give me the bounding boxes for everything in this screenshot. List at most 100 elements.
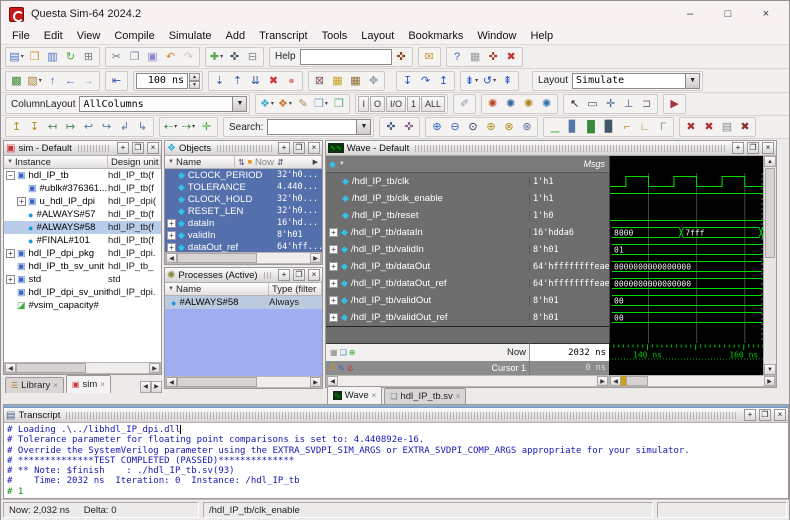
tab-library[interactable]: ☰Library× bbox=[5, 377, 64, 393]
dropdown-arrow-icon[interactable]: ▾ bbox=[271, 96, 274, 112]
wave-signal-row[interactable]: +◆/hdl_IP_tb/dataIn16'hdda6 bbox=[326, 224, 609, 241]
send-report-icon[interactable]: ✉ bbox=[421, 49, 438, 65]
timeline-comment-icon[interactable]: ❑ bbox=[340, 348, 347, 357]
panel-grip[interactable] bbox=[415, 145, 726, 152]
profile-icon[interactable]: ⊠ bbox=[311, 73, 328, 89]
expand-icon[interactable]: + bbox=[329, 262, 338, 271]
compile-icon[interactable]: ▩ bbox=[8, 73, 25, 89]
msgs-column-header[interactable]: Msgs bbox=[583, 159, 605, 169]
wave-compare-full-icon[interactable]: ▊ bbox=[564, 119, 581, 135]
tree-row-vsimcapacity[interactable]: ◪#vsim_capacity# bbox=[4, 299, 161, 312]
timeline-props-icon[interactable]: ▦ bbox=[330, 348, 338, 357]
scroll-right-icon[interactable]: ▶ bbox=[149, 363, 160, 373]
wave-signal-row[interactable]: +◆/hdl_IP_tb/dataOut64'hffffffffeae3234b bbox=[326, 258, 609, 275]
prev-transition-icon[interactable]: ↤ bbox=[44, 119, 61, 135]
column-header-name[interactable]: ▼Name bbox=[165, 283, 269, 295]
port-filter-button-i[interactable]: I bbox=[358, 96, 369, 112]
chevron-down-icon[interactable]: ▼ bbox=[339, 161, 345, 167]
panel-undock-button[interactable]: ❐ bbox=[747, 142, 759, 154]
wave-dark-icon[interactable]: ▉ bbox=[600, 119, 617, 135]
port-filter-button-1[interactable]: 1 bbox=[407, 96, 420, 112]
wave-select-icon[interactable]: ◆ bbox=[329, 159, 336, 170]
run-continue-icon[interactable]: ⇡ bbox=[229, 73, 246, 89]
step-out-icon[interactable]: ↥ bbox=[435, 73, 452, 89]
scroll-down-icon[interactable]: ▼ bbox=[764, 364, 776, 375]
wave-signal-row[interactable]: ◆/hdl_IP_tb/clk1'h1 bbox=[326, 173, 609, 190]
tab-sim[interactable]: ▣sim× bbox=[66, 375, 111, 393]
panel-grip[interactable] bbox=[78, 145, 111, 152]
find-in-files-icon[interactable]: ✜ bbox=[485, 49, 502, 65]
scroll-thumb[interactable] bbox=[16, 363, 86, 373]
add-dataflow-icon[interactable]: ❒▾ bbox=[312, 96, 329, 112]
copy-icon[interactable]: ❐ bbox=[126, 49, 143, 65]
filter-icon[interactable]: ▼ bbox=[7, 159, 13, 165]
objects-hscrollbar[interactable]: ◀ ▶ bbox=[165, 252, 322, 264]
dropdown-arrow-icon[interactable]: ▾ bbox=[493, 73, 496, 89]
add-selected-icon[interactable]: ✚▾ bbox=[208, 49, 225, 65]
reload-icon[interactable]: ↻ bbox=[62, 49, 79, 65]
panel-undock-button[interactable]: ❐ bbox=[293, 142, 305, 154]
step-over-icon[interactable]: ↷ bbox=[417, 73, 434, 89]
expand-left-icon[interactable]: ⇠▾ bbox=[162, 119, 179, 135]
pan-mode-icon[interactable]: ✛ bbox=[602, 96, 619, 112]
scroll-left-icon[interactable]: ◀ bbox=[166, 377, 177, 387]
port-filter-button-i-o[interactable]: I/O bbox=[386, 96, 406, 112]
undo-icon[interactable]: ↶ bbox=[162, 49, 179, 65]
print-icon[interactable]: ⊞ bbox=[80, 49, 97, 65]
gear-run-icon[interactable]: ✺ bbox=[538, 96, 555, 112]
help-search-icon[interactable]: ✜ bbox=[393, 49, 410, 65]
signal-spy-icon[interactable]: ▶ bbox=[666, 96, 683, 112]
timeline-add-icon[interactable]: ⊕ bbox=[349, 348, 356, 357]
menu-layout[interactable]: Layout bbox=[354, 29, 401, 43]
panel-expand-button[interactable]: + bbox=[278, 269, 290, 281]
menu-window[interactable]: Window bbox=[470, 29, 523, 43]
tree-row-always57[interactable]: ●#ALWAYS#57hdl_IP_tb(f bbox=[4, 208, 161, 221]
scroll-up-icon[interactable]: ▲ bbox=[764, 156, 776, 167]
time-sort-icon[interactable]: ⇵ bbox=[277, 158, 284, 167]
cursor-label[interactable]: Cursor 1 bbox=[491, 363, 526, 373]
cancel-small-icon[interactable]: ✖ bbox=[736, 119, 753, 135]
search-combo[interactable]: ▼ bbox=[267, 119, 371, 135]
panel-close-button[interactable]: × bbox=[308, 142, 320, 154]
menu-bookmarks[interactable]: Bookmarks bbox=[401, 29, 470, 43]
tab-close-icon[interactable]: × bbox=[53, 381, 58, 390]
simulate-icon[interactable]: ▨▾ bbox=[26, 73, 43, 89]
open-file-icon[interactable]: ❐ bbox=[26, 49, 43, 65]
expand-icon[interactable]: + bbox=[329, 228, 338, 237]
maximize-button[interactable]: □ bbox=[721, 8, 735, 20]
expand-icon[interactable]: + bbox=[329, 245, 338, 254]
next-fall-icon[interactable]: ↳ bbox=[134, 119, 151, 135]
cancel-right-icon[interactable]: ✖ bbox=[700, 119, 717, 135]
environment-back-icon[interactable]: ← bbox=[62, 73, 79, 89]
dropdown-arrow-icon[interactable]: ▾ bbox=[21, 49, 24, 65]
tab-scroll-left-icon[interactable]: ◀ bbox=[140, 381, 151, 393]
paste-icon[interactable]: ▣ bbox=[144, 49, 161, 65]
panel-close-button[interactable]: × bbox=[147, 142, 159, 154]
zoom-cursor-icon[interactable]: ⊕ bbox=[482, 119, 499, 135]
menu-view[interactable]: View bbox=[70, 29, 108, 43]
expand-icon[interactable]: + bbox=[167, 231, 176, 240]
scroll-left-icon[interactable]: ◀ bbox=[166, 253, 177, 263]
menu-tools[interactable]: Tools bbox=[315, 29, 355, 43]
tab-wave[interactable]: ∿Wave× bbox=[327, 386, 382, 404]
gear-settings-icon[interactable]: ✺ bbox=[484, 96, 501, 112]
tree-row-hdliptbsvunit[interactable]: ▣hdl_IP_tb_sv_unithdl_IP_tb_ bbox=[4, 260, 161, 273]
cancel-left-icon[interactable]: ✖ bbox=[682, 119, 699, 135]
processes-hscrollbar[interactable]: ◀ ▶ bbox=[165, 376, 322, 388]
capacity-icon[interactable]: ✥ bbox=[365, 73, 382, 89]
panel-close-button[interactable]: × bbox=[308, 269, 320, 281]
no-entry-icon[interactable]: ⊘ bbox=[347, 364, 354, 373]
run-icon[interactable]: ⇣ bbox=[211, 73, 228, 89]
chevron-down-icon[interactable]: ▼ bbox=[232, 97, 246, 111]
scroll-right-icon[interactable]: ▶ bbox=[597, 376, 608, 386]
timeline-ruler[interactable]: 140 ns160 ns bbox=[609, 343, 763, 361]
layout-combo[interactable]: Simulate ▼ bbox=[572, 73, 700, 89]
tree-row-always58[interactable]: ●#ALWAYS#58hdl_IP_tb(f bbox=[4, 221, 161, 234]
tab-close-icon[interactable]: × bbox=[100, 380, 105, 389]
tree-row-final101[interactable]: ●#FINAL#101hdl_IP_tb(f bbox=[4, 234, 161, 247]
memory-profile-icon[interactable]: ▦ bbox=[347, 73, 364, 89]
search-prev-icon[interactable]: ✜ bbox=[400, 119, 417, 135]
step-current-icon[interactable]: ⇟▾ bbox=[463, 73, 480, 89]
minimize-button[interactable]: – bbox=[683, 8, 697, 20]
prev-fall-icon[interactable]: ↲ bbox=[116, 119, 133, 135]
